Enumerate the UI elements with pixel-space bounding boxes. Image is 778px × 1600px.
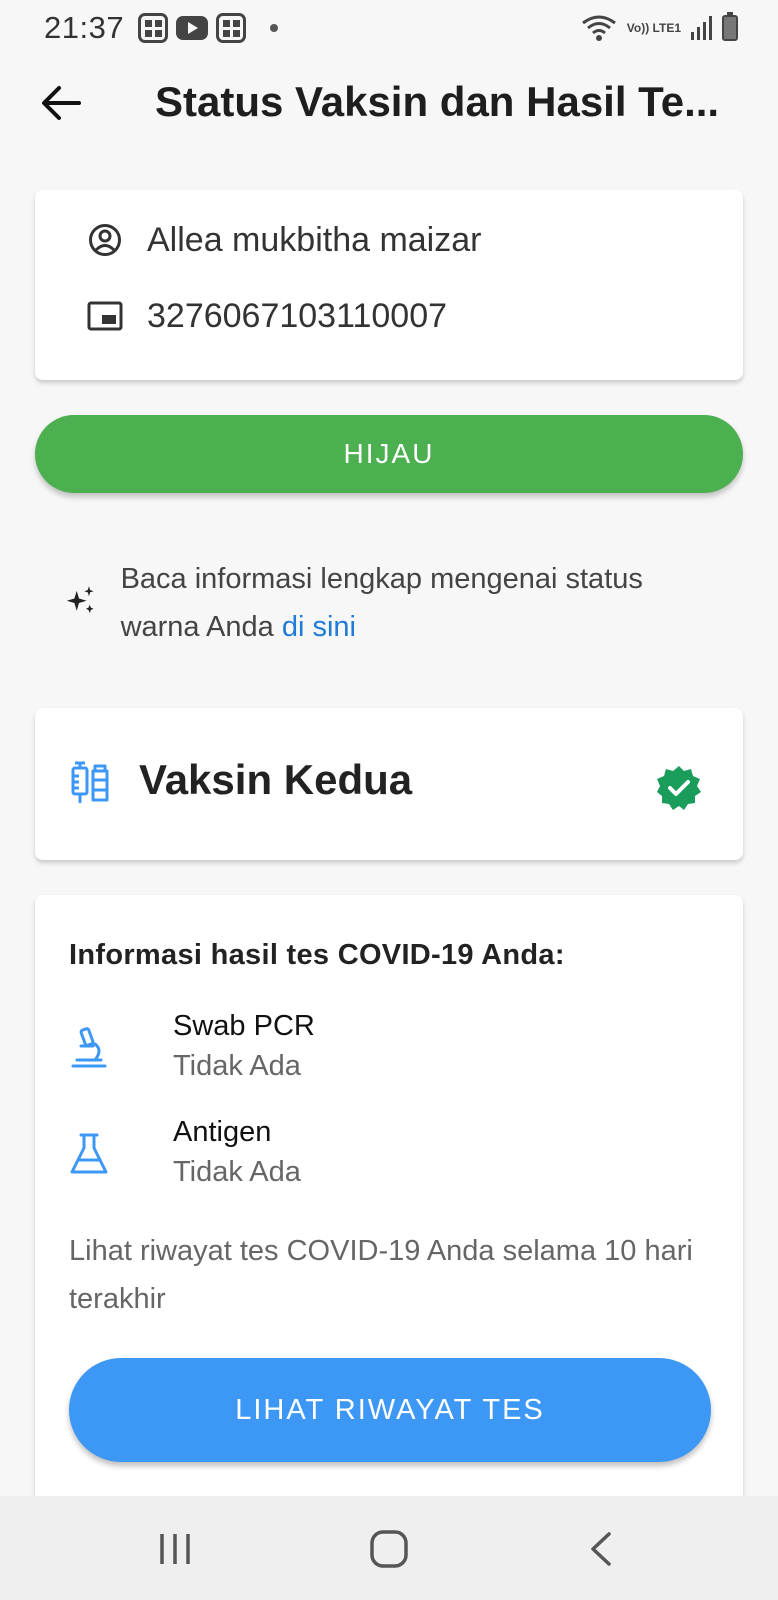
status-info: Baca informasi lengkap mengenai status w… <box>66 555 706 651</box>
wifi-icon <box>581 15 616 41</box>
info-link[interactable]: di sini <box>282 611 356 643</box>
test-item-pcr: Swab PCR Tidak Ada <box>69 1010 669 1090</box>
test-value-pcr: Tidak Ada <box>173 1050 301 1082</box>
arrow-left-icon <box>42 86 81 120</box>
back-icon <box>591 1532 611 1566</box>
test-name-antigen: Antigen <box>173 1116 272 1148</box>
lte-indicator: Vo)) LTE1 <box>626 21 681 35</box>
status-color-badge: HIJAU <box>35 415 743 493</box>
info-text: Baca informasi lengkap mengenai status w… <box>121 555 706 651</box>
test-value-antigen: Tidak Ada <box>173 1156 301 1188</box>
nav-back-button[interactable] <box>576 1524 626 1574</box>
recent-apps-icon <box>160 1534 190 1564</box>
flask-icon <box>70 1133 108 1174</box>
status-time: 21:37 <box>44 10 125 45</box>
test-heading: Informasi hasil tes COVID-19 Anda: <box>69 939 565 971</box>
sparkle-icon <box>66 586 94 613</box>
back-button[interactable] <box>36 78 86 128</box>
history-description: Lihat riwayat tes COVID-19 Anda selama 1… <box>69 1235 693 1315</box>
vaccine-icon <box>71 761 109 803</box>
covid-test-card: Informasi hasil tes COVID-19 Anda: Swab … <box>35 895 743 1515</box>
user-circle-icon <box>85 220 125 260</box>
system-icons: Vo)) LTE1 <box>581 12 738 42</box>
name-row: Allea mukbitha maizar <box>85 220 481 260</box>
home-icon <box>370 1530 408 1568</box>
youtube-icon <box>176 16 209 40</box>
app-header: Status Vaksin dan Hasil Te... <box>0 70 778 140</box>
view-test-history-button[interactable]: LIHAT RIWAYAT TES <box>69 1358 711 1462</box>
android-nav-bar <box>0 1496 778 1600</box>
battery-icon <box>722 12 738 41</box>
signal-icon <box>691 16 712 40</box>
info-message: Baca informasi lengkap mengenai status w… <box>120 563 643 643</box>
vaccine-title: Vaksin Kedua <box>139 756 413 803</box>
recent-apps-button[interactable] <box>150 1524 200 1574</box>
home-button[interactable] <box>364 1524 414 1574</box>
user-name: Allea mukbitha maizar <box>147 220 482 259</box>
microscope-icon <box>71 1027 107 1068</box>
test-name-pcr: Swab PCR <box>173 1010 315 1042</box>
qr-app-icon <box>138 13 169 43</box>
qr-app-icon-2 <box>216 13 247 43</box>
vaccine-card[interactable]: Vaksin Kedua <box>35 708 743 860</box>
user-nik: 3276067103110007 <box>147 296 448 335</box>
id-card-icon <box>85 296 125 336</box>
status-bar: 21:37 Vo)) LTE1 <box>0 0 778 56</box>
nik-row: 3276067103110007 <box>85 296 447 336</box>
verified-check-icon <box>657 766 701 810</box>
test-item-antigen: Antigen Tidak Ada <box>69 1116 669 1196</box>
more-notifications-dot <box>270 24 279 32</box>
notification-icons <box>138 13 279 43</box>
page-title: Status Vaksin dan Hasil Te... <box>155 78 720 125</box>
identity-card: Allea mukbitha maizar 3276067103110007 <box>35 190 743 380</box>
